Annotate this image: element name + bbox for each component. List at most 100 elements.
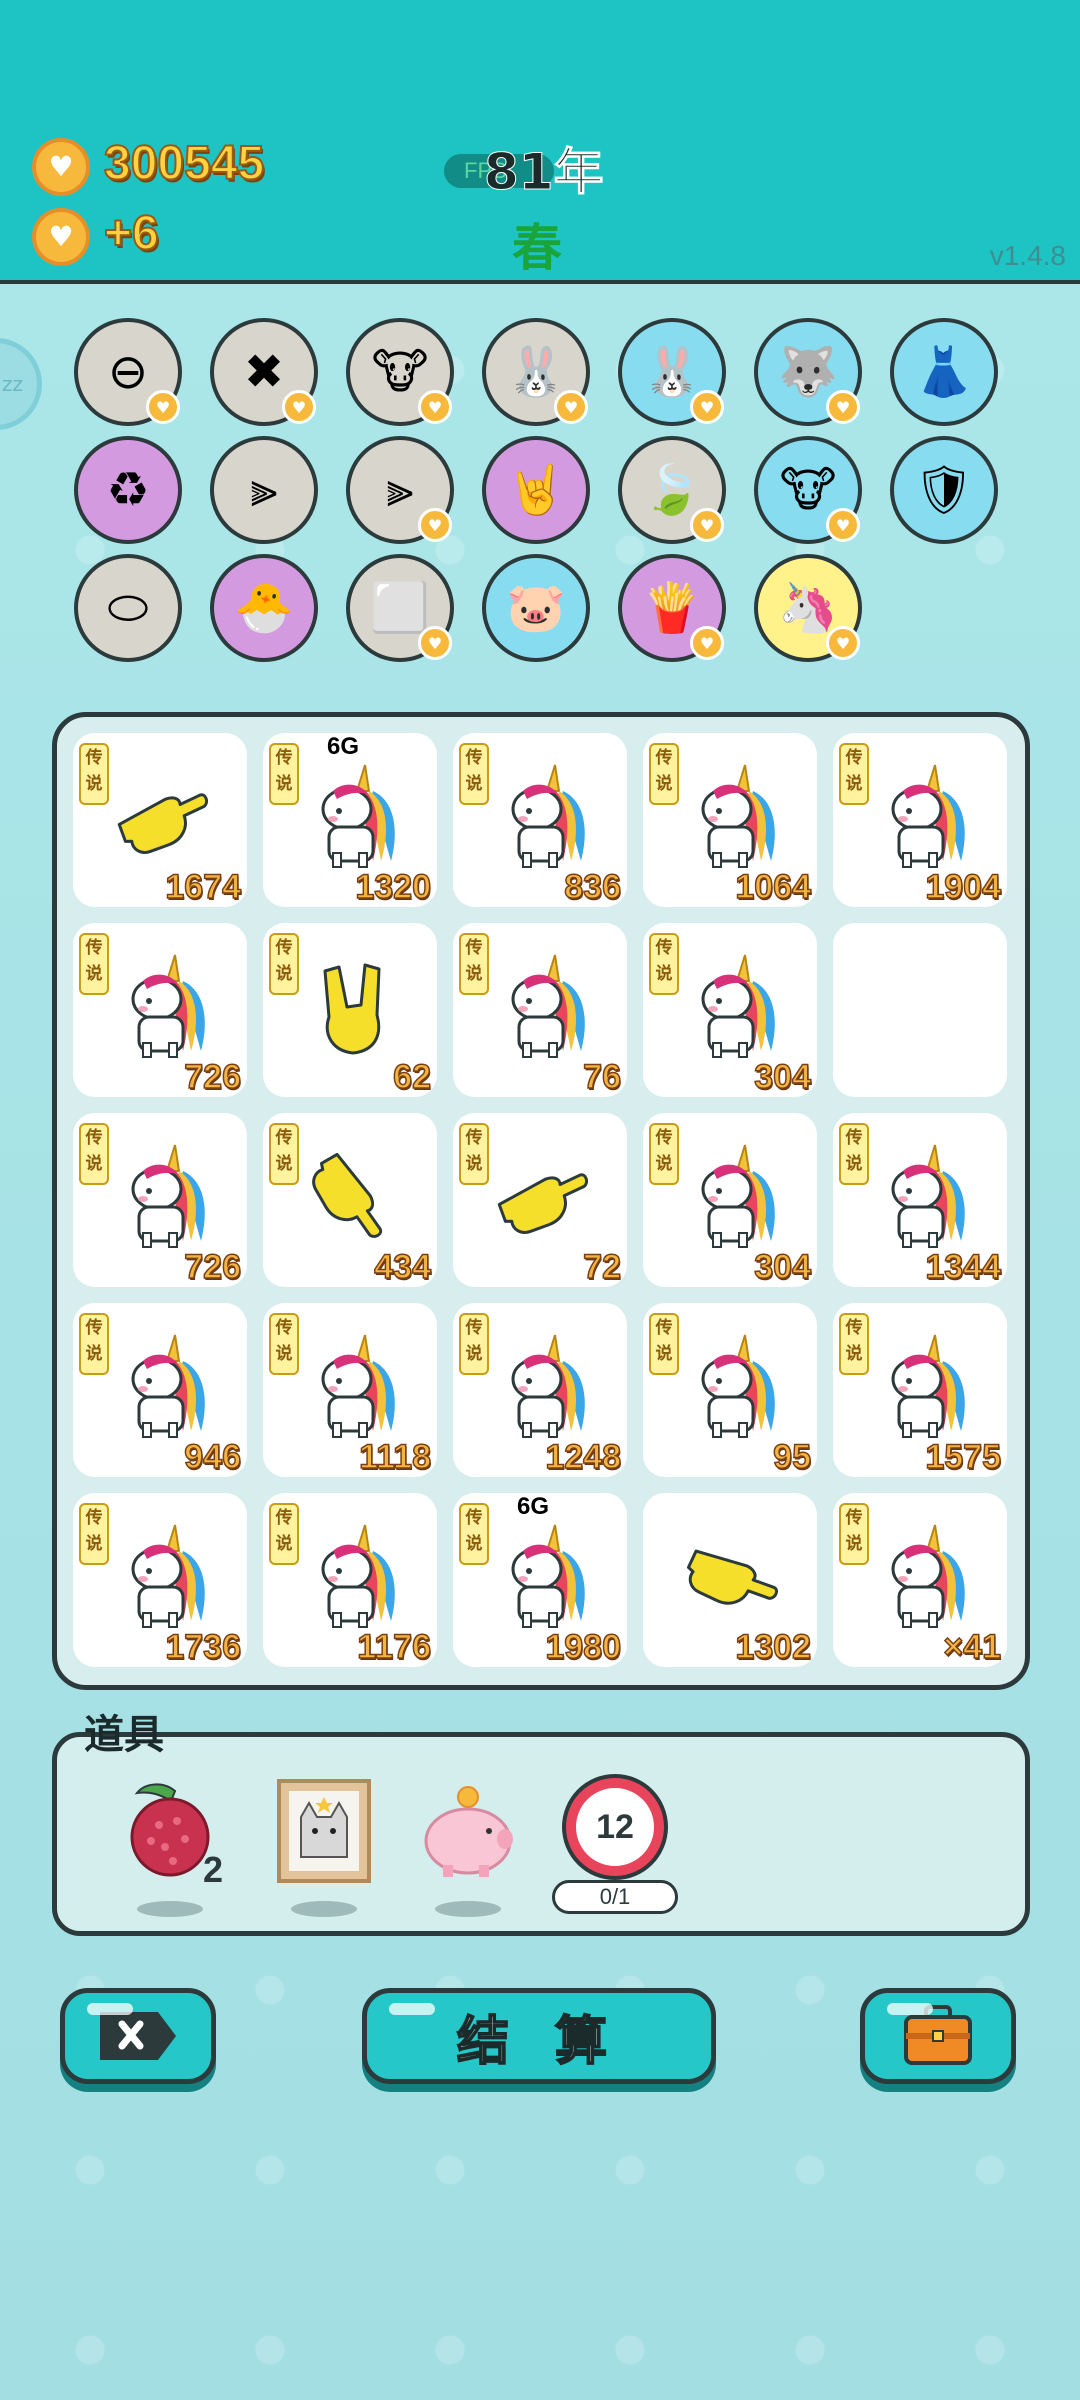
heart-badge-icon: ♥ bbox=[826, 508, 860, 542]
legend-tag: 传说 bbox=[269, 1123, 299, 1185]
cell-value: 434 bbox=[374, 1247, 432, 1287]
settle-button[interactable]: 结 算 bbox=[362, 1988, 716, 2084]
egg-tray-icon: ⬭ bbox=[107, 580, 149, 636]
skill-skip-bar-button[interactable]: ⫸ bbox=[210, 436, 318, 544]
board-cell[interactable]: 传说 304 bbox=[643, 1113, 817, 1287]
skill-piggy-bank-button[interactable]: 🐷 bbox=[482, 554, 590, 662]
items-panel: 2 bbox=[52, 1732, 1030, 1936]
chick-egg-icon: 🐣 bbox=[234, 580, 294, 636]
heart-badge-icon: ♥ bbox=[146, 390, 180, 424]
cell-value: 726 bbox=[184, 1247, 242, 1287]
skill-recycle-button[interactable]: ♻ bbox=[74, 436, 182, 544]
legend-tag: 传说 bbox=[269, 1503, 299, 1565]
skill-rabbit-button[interactable]: 🐰 ♥ bbox=[618, 318, 726, 426]
coin-income: +6 bbox=[103, 206, 160, 261]
heart-badge-icon: ♥ bbox=[418, 508, 452, 542]
board-cell[interactable]: 传说 72 bbox=[453, 1113, 627, 1287]
heart-badge-icon: ♥ bbox=[690, 626, 724, 660]
board-cell[interactable]: 传说 6G 1980 bbox=[453, 1493, 627, 1667]
skill-unicorn-button[interactable]: 🦄 ♥ bbox=[754, 554, 862, 662]
timer-ring[interactable]: 12 bbox=[566, 1778, 664, 1876]
piggy-bank-item[interactable] bbox=[413, 1777, 523, 1917]
board-cell[interactable]: 传说 1118 bbox=[263, 1303, 437, 1477]
board-cell[interactable]: 传说 836 bbox=[453, 733, 627, 907]
legend-tag: 传说 bbox=[459, 933, 489, 995]
heart-badge-icon: ♥ bbox=[690, 390, 724, 424]
legend-tag: 传说 bbox=[649, 1313, 679, 1375]
delete-tag-icon bbox=[100, 2012, 176, 2060]
skill-shield-wrench-button[interactable]: 🛡 bbox=[890, 436, 998, 544]
skill-cow-pair-button[interactable]: 🐮 ♥ bbox=[346, 318, 454, 426]
legend-tag: 传说 bbox=[459, 743, 489, 805]
board-cell[interactable]: 传说 1736 bbox=[73, 1493, 247, 1667]
legend-tag: 传说 bbox=[79, 1123, 109, 1185]
legend-tag: 传说 bbox=[649, 1123, 679, 1185]
cell-value: 1302 bbox=[735, 1627, 812, 1667]
board-cell[interactable]: 传说 1904 bbox=[833, 733, 1007, 907]
board-cell[interactable]: 传说 304 bbox=[643, 923, 817, 1097]
network-badge: 6G bbox=[517, 1493, 550, 1520]
husky-portrait-icon bbox=[277, 1779, 371, 1883]
skill-minus-circle-button[interactable]: ⊖ ♥ bbox=[74, 318, 182, 426]
board-cell[interactable]: 传说 6G 1320 bbox=[263, 733, 437, 907]
skill-skirt-button[interactable]: 👗 bbox=[890, 318, 998, 426]
legend-tag: 传说 bbox=[459, 1503, 489, 1565]
legend-tag: 传说 bbox=[79, 1313, 109, 1375]
skirt-icon: 👗 bbox=[914, 344, 974, 400]
cell-value: 62 bbox=[392, 1057, 431, 1097]
legend-tag: 传说 bbox=[269, 933, 299, 995]
skill-sugar-cubes-button[interactable]: ⬜ ♥ bbox=[346, 554, 454, 662]
skill-cow-pair-button[interactable]: 🐮 ♥ bbox=[754, 436, 862, 544]
lychee-item[interactable] bbox=[115, 1777, 225, 1917]
board-cell[interactable]: 传说 76 bbox=[453, 923, 627, 1097]
board-cell[interactable]: 传说 1344 bbox=[833, 1113, 1007, 1287]
unicorn-icon bbox=[873, 1521, 973, 1631]
inventory-button[interactable] bbox=[860, 1988, 1016, 2084]
unicorn-icon: 🦄 bbox=[778, 580, 838, 636]
income-coin-icon: ♥ bbox=[32, 208, 90, 266]
heart-badge-icon: ♥ bbox=[690, 508, 724, 542]
board-cell[interactable]: 传说 1176 bbox=[263, 1493, 437, 1667]
husky-frame-item[interactable] bbox=[269, 1777, 379, 1917]
button-shine bbox=[389, 2003, 435, 2015]
board-cell[interactable]: 传说 62 bbox=[263, 923, 437, 1097]
delete-button[interactable] bbox=[60, 1988, 216, 2084]
unicorn-icon bbox=[493, 1521, 593, 1631]
skill-delete-tag-button[interactable]: ✖ ♥ bbox=[210, 318, 318, 426]
board-cell[interactable]: 传说 434 bbox=[263, 1113, 437, 1287]
board-cell[interactable]: 传说 946 bbox=[73, 1303, 247, 1477]
board-cell[interactable]: 传说 726 bbox=[73, 923, 247, 1097]
legend-tag: 传说 bbox=[79, 743, 109, 805]
lychee-count: 2 bbox=[203, 1849, 224, 1890]
board-cell[interactable]: 传说 1575 bbox=[833, 1303, 1007, 1477]
skill-husky-button[interactable]: 🐺 ♥ bbox=[754, 318, 862, 426]
skill-rock-hand-button[interactable]: 🤘 bbox=[482, 436, 590, 544]
cell-value: 1118 bbox=[358, 1437, 431, 1477]
unicorn-icon bbox=[113, 1141, 213, 1251]
board-cell[interactable]: 1302 bbox=[643, 1493, 817, 1667]
board-cell[interactable]: 传说 95 bbox=[643, 1303, 817, 1477]
legend-tag: 传说 bbox=[269, 743, 299, 805]
skill-chick-egg-button[interactable]: 🐣 bbox=[210, 554, 318, 662]
board-cell[interactable]: 传说 1064 bbox=[643, 733, 817, 907]
minus-circle-icon: ⊖ bbox=[107, 344, 149, 400]
husky-icon: 🐺 bbox=[778, 344, 838, 400]
unicorn-icon bbox=[113, 1331, 213, 1441]
version-label: v1.4.8 bbox=[989, 240, 1066, 271]
empty-board-cell[interactable] bbox=[833, 923, 1007, 1097]
unicorn-icon bbox=[683, 1331, 783, 1441]
skill-rabbit-button[interactable]: 🐰 ♥ bbox=[482, 318, 590, 426]
board-cell[interactable]: 传说 726 bbox=[73, 1113, 247, 1287]
skip-bar-icon: ⫸ bbox=[386, 462, 414, 518]
point-hand-right-icon bbox=[683, 1521, 783, 1631]
cell-value: 946 bbox=[184, 1437, 242, 1477]
board-cell[interactable]: 传说 1674 bbox=[73, 733, 247, 907]
cow-pair-icon: 🐮 bbox=[779, 462, 837, 518]
board-cell[interactable]: 传说 1248 bbox=[453, 1303, 627, 1477]
skill-leaf-button[interactable]: 🍃 ♥ bbox=[618, 436, 726, 544]
skill-egg-tray-button[interactable]: ⬭ bbox=[74, 554, 182, 662]
skill-fries-button[interactable]: 🍟 ♥ bbox=[618, 554, 726, 662]
delete-tag-icon: ✖ bbox=[243, 344, 285, 400]
skill-skip-bar-button[interactable]: ⫸ ♥ bbox=[346, 436, 454, 544]
board-cell[interactable]: 传说 ×41 bbox=[833, 1493, 1007, 1667]
